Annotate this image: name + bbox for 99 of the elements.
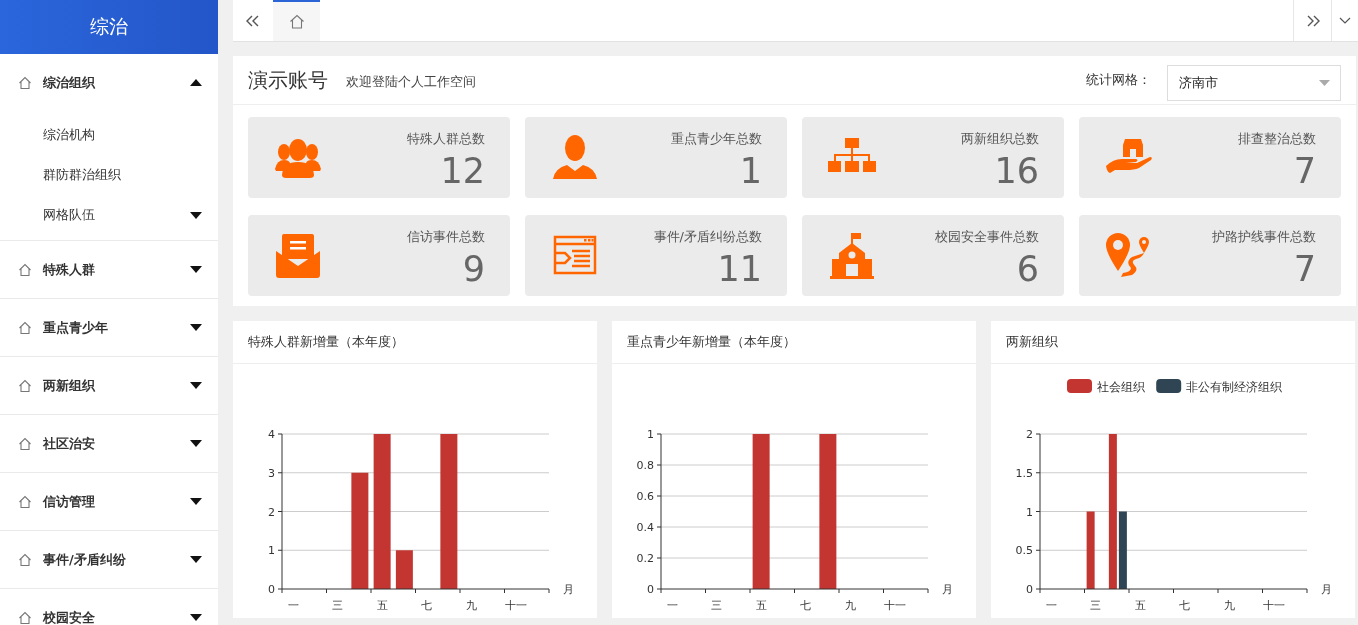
caret-icon — [190, 211, 202, 219]
axis-label: 三 — [711, 599, 723, 612]
home-icon — [18, 610, 32, 625]
axis-label: 七 — [800, 599, 812, 612]
menu-group[interactable]: 事件/矛盾纠纷 — [0, 531, 218, 588]
bar — [395, 550, 413, 589]
stat-label: 特殊人群总数 — [407, 130, 485, 148]
axis-title: 月 — [942, 583, 953, 596]
caret-icon — [190, 556, 202, 563]
page-title: 演示账号 — [248, 66, 328, 94]
axis-label: 0.8 — [636, 459, 654, 472]
chart-title: 特殊人群新增量（本年度） — [248, 333, 404, 351]
caret-icon — [190, 614, 202, 621]
axis-label: 九 — [844, 599, 856, 612]
grid-select[interactable]: 济南市 — [1167, 65, 1341, 101]
home-icon — [18, 320, 32, 335]
home-icon — [288, 14, 305, 29]
stat-value: 6 — [1016, 249, 1039, 289]
stat-label: 校园安全事件总数 — [935, 228, 1039, 246]
caret-icon — [190, 498, 202, 505]
home-tab[interactable] — [273, 0, 320, 41]
stat-value: 7 — [1293, 151, 1316, 191]
menu-item[interactable]: 综治机构 — [0, 115, 218, 155]
stat-value: 1 — [739, 151, 762, 191]
caret-icon — [190, 266, 202, 273]
caret-icon — [1319, 80, 1330, 86]
axis-label: 七 — [1179, 599, 1191, 612]
menu-item[interactable]: 网格队伍 — [0, 195, 218, 235]
chart-title: 两新组织 — [1006, 333, 1058, 351]
axis-label: 1 — [647, 428, 654, 441]
axis-title: 月 — [563, 583, 574, 596]
axis-label: 3 — [268, 466, 275, 480]
axis-label: 一 — [666, 599, 678, 612]
stat-value: 9 — [462, 249, 485, 289]
stat-value: 16 — [994, 151, 1039, 191]
axis-label: 1.5 — [1015, 466, 1033, 480]
axis-label: 十一 — [504, 599, 527, 612]
axis-label: 九 — [1223, 599, 1235, 612]
menu-item[interactable]: 群防群治组织 — [0, 155, 218, 195]
home-icon — [18, 552, 32, 567]
axis-label: 十一 — [1262, 599, 1285, 612]
axis-label: 4 — [268, 428, 275, 441]
left-chevrons-icon — [246, 14, 260, 27]
axis-label: 五 — [376, 599, 388, 612]
home-icon — [18, 436, 32, 451]
grid-label: 统计网格： — [1086, 71, 1151, 89]
stat-value: 12 — [440, 151, 485, 191]
stat-label: 排查整治总数 — [1238, 130, 1316, 148]
axis-label: 0 — [1026, 583, 1033, 596]
stat-value: 7 — [1293, 249, 1316, 289]
home-icon — [18, 378, 32, 393]
stat-label: 两新组织总数 — [961, 130, 1039, 148]
home-icon — [18, 75, 32, 90]
welcome-text: 欢迎登陆个人工作空间 — [346, 72, 476, 91]
axis-label: 三 — [332, 599, 344, 612]
menu-group[interactable]: 校园安全 — [0, 589, 218, 625]
axis-label: 0.4 — [636, 521, 654, 534]
axis-label: 0 — [647, 583, 654, 596]
caret-icon — [190, 440, 202, 447]
axis-label: 一 — [287, 599, 299, 612]
menu-group[interactable]: 信访管理 — [0, 473, 218, 530]
axis-title: 月 — [1321, 583, 1332, 596]
caret-icon — [190, 79, 202, 86]
stat-label: 重点青少年总数 — [671, 130, 762, 148]
right-chevrons-icon — [1305, 14, 1320, 27]
axis-label: 2 — [268, 505, 275, 519]
stat-label: 事件/矛盾纠纷总数 — [653, 228, 762, 246]
axis-label: 七 — [421, 599, 433, 612]
axis-label: 五 — [1134, 599, 1146, 612]
chevron-down-icon — [1339, 17, 1351, 24]
home-icon — [18, 494, 32, 509]
menu-group[interactable]: 综治组织 — [0, 54, 218, 111]
menu-group[interactable]: 重点青少年 — [0, 299, 218, 356]
sidebar-title: 综治 — [90, 14, 128, 39]
caret-icon — [190, 382, 202, 389]
home-icon — [18, 262, 32, 277]
axis-label: 0.6 — [636, 490, 654, 503]
axis-label: 十一 — [883, 599, 906, 612]
axis-label: 1 — [268, 544, 275, 558]
legend-label: 社会组织 — [1097, 379, 1145, 394]
axis-label: 九 — [465, 599, 477, 612]
stat-label: 信访事件总数 — [407, 228, 485, 246]
school-icon — [827, 230, 877, 281]
axis-label: 0 — [268, 583, 275, 596]
axis-label: 一 — [1045, 599, 1057, 612]
axis-label: 1 — [1026, 505, 1033, 519]
stat-label: 护路护线事件总数 — [1212, 228, 1316, 246]
menu-group[interactable]: 特殊人群 — [0, 241, 218, 298]
chart-title: 重点青少年新增量（本年度） — [627, 333, 796, 351]
stat-value: 11 — [717, 249, 762, 289]
legend-label: 非公有制经济组织 — [1186, 379, 1283, 394]
axis-label: 0.5 — [1015, 544, 1033, 558]
caret-icon — [190, 324, 202, 331]
axis-label: 2 — [1026, 428, 1033, 441]
axis-label: 三 — [1090, 599, 1102, 612]
axis-label: 五 — [755, 599, 767, 612]
menu-group[interactable]: 两新组织 — [0, 357, 218, 414]
axis-label: 0.2 — [636, 552, 654, 565]
menu-group[interactable]: 社区治安 — [0, 415, 218, 472]
